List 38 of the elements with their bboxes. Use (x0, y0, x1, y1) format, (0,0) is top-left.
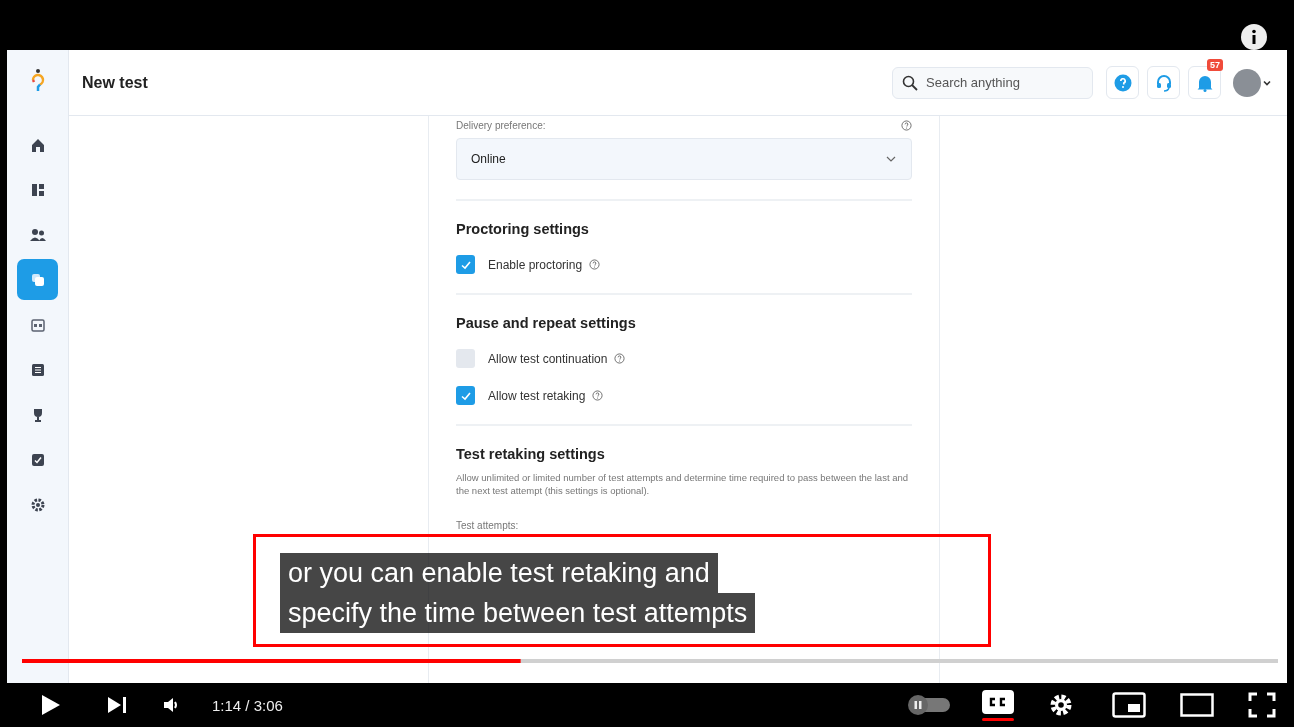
section-heading: Pause and repeat settings (456, 315, 637, 331)
page-title: New test (82, 73, 149, 92)
play-button[interactable] (40, 693, 62, 717)
checkbox[interactable] (456, 386, 475, 405)
help-icon[interactable] (589, 259, 601, 270)
search-field[interactable]: Search anything (892, 66, 1093, 99)
delivery-select[interactable]: Online (456, 138, 912, 180)
help-icon (1113, 73, 1132, 92)
theater-mode-button[interactable] (1180, 693, 1214, 717)
captions-button[interactable] (982, 689, 1014, 714)
fullscreen-button[interactable] (1248, 692, 1276, 718)
help-button[interactable] (1106, 66, 1139, 99)
progress-bar[interactable] (22, 659, 1278, 663)
settings-button[interactable] (1048, 692, 1074, 718)
next-button[interactable] (106, 695, 128, 715)
autoplay-toggle[interactable] (908, 695, 952, 715)
section-heading: Proctoring settings (456, 221, 590, 237)
bell-icon (1195, 73, 1214, 92)
time-display: 1:14 / 3:06 (212, 696, 283, 714)
checkbox-label: Enable proctoring (488, 257, 583, 272)
field-label: Test attempts: (456, 520, 520, 531)
miniplayer-button[interactable] (1112, 692, 1146, 718)
field-label: Delivery preference: (456, 119, 546, 131)
section-description: Allow unlimited or limited number of test attempts and determine time required to pass between the last and the next test attempt (this settings is optional). (456, 471, 909, 497)
checkbox-label: Allow test continuation (488, 351, 608, 366)
checkbox-label: Allow test retaking (488, 388, 586, 403)
notifications-button[interactable] (1188, 66, 1221, 99)
notification-badge: 57 (1207, 59, 1223, 71)
search-icon (902, 74, 918, 91)
support-button[interactable] (1147, 66, 1180, 99)
section-heading: Test retaking settings (456, 446, 606, 462)
help-icon[interactable] (614, 353, 626, 364)
headset-icon (1155, 73, 1172, 92)
checkbox[interactable] (456, 349, 475, 368)
help-icon[interactable] (901, 119, 912, 131)
info-icon[interactable] (1241, 24, 1267, 50)
help-icon[interactable] (592, 390, 604, 401)
checkbox[interactable] (456, 255, 475, 274)
